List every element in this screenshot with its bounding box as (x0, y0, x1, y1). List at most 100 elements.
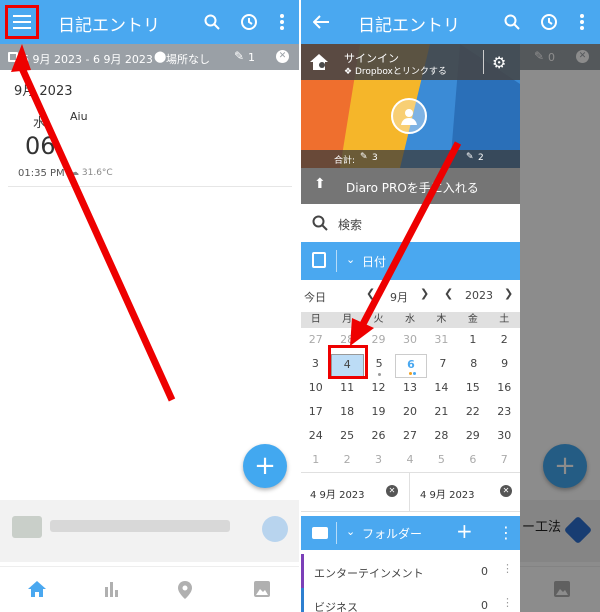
prev-year-icon[interactable]: ❮ (444, 287, 453, 300)
search-icon[interactable] (201, 11, 223, 33)
map-pin-icon[interactable] (178, 581, 192, 599)
back-arrow-icon[interactable] (310, 11, 332, 33)
calendar-day[interactable]: 21 (426, 402, 457, 426)
calendar-day[interactable]: 3 (300, 354, 331, 378)
calendar-day[interactable]: 13 (394, 378, 425, 402)
left-screen: 日記エントリ 6 9月 2023 - 6 9月 2023 ⬤ 場所なし ✎ 1 … (0, 0, 300, 612)
menu-highlight (5, 5, 39, 39)
calendar-day[interactable]: 6 (457, 450, 488, 474)
history-icon[interactable] (238, 11, 260, 33)
calendar-day[interactable]: 26 (363, 426, 394, 450)
calendar-day[interactable]: 11 (331, 378, 362, 402)
folder-item[interactable]: ビジネス 0 ⋮ (300, 588, 520, 612)
get-pro-item[interactable]: ⬆ Diaro PROを手に入れる (300, 168, 520, 204)
folder-section-header[interactable]: ⌄ フォルダー + ⋮ (300, 516, 520, 550)
bottom-navigation (0, 566, 300, 612)
calendar-day[interactable]: 31 (426, 330, 457, 354)
filter-count: 1 (248, 51, 255, 64)
calendar-day[interactable]: 27 (300, 330, 331, 354)
folder-count: 0 (481, 599, 488, 612)
folder-more-icon[interactable]: ⋮ (502, 562, 513, 575)
next-month-icon[interactable]: ❯ (420, 287, 429, 300)
calendar-day[interactable]: 7 (427, 354, 458, 378)
home-icon[interactable] (28, 581, 46, 597)
date-from-field[interactable]: 4 9月 2023 ✕ (300, 473, 410, 511)
divider-line (336, 522, 337, 544)
calendar-day[interactable]: 14 (426, 378, 457, 402)
folder-name: ビジネス (314, 601, 358, 612)
folder-count: 0 (481, 565, 488, 578)
calendar-day[interactable]: 5 (426, 450, 457, 474)
calendar-day[interactable]: 1 (457, 330, 488, 354)
calendar-day[interactable]: 22 (457, 402, 488, 426)
add-folder-button[interactable]: + (456, 519, 473, 543)
calendar-day[interactable]: 18 (331, 402, 362, 426)
search-icon[interactable] (501, 11, 523, 33)
calendar-day[interactable]: 15 (457, 378, 488, 402)
calendar-day[interactable]: 27 (394, 426, 425, 450)
entry-dot (408, 372, 412, 375)
calendar-day[interactable]: 12 (363, 378, 394, 402)
clear-date-to-icon[interactable]: ✕ (500, 485, 512, 497)
date-section-header[interactable]: ⌄ 日付 (300, 242, 520, 280)
entry-separator (8, 186, 292, 187)
calendar-day[interactable]: 23 (489, 402, 520, 426)
panel-divider (299, 0, 301, 612)
calendar-day[interactable]: 25 (331, 426, 362, 450)
entry-title: Aiu (70, 110, 88, 123)
calendar-day[interactable]: 1 (300, 450, 331, 474)
calendar-day[interactable]: 5 (364, 354, 395, 378)
close-filter-icon[interactable]: ✕ (276, 50, 289, 63)
calendar-day[interactable]: 10 (300, 378, 331, 402)
entry-day: 06 (25, 132, 56, 160)
calendar-day[interactable]: 4 (394, 450, 425, 474)
calendar-day[interactable]: 30 (489, 426, 520, 450)
calendar-day[interactable]: 24 (300, 426, 331, 450)
calendar-day[interactable]: 16 (489, 378, 520, 402)
folder-more-icon[interactable]: ⋮ (502, 596, 513, 609)
day-highlight (328, 345, 368, 379)
history-icon[interactable] (538, 11, 560, 33)
dropbox-link[interactable]: ❖ Dropboxとリンクする (344, 64, 447, 77)
dropbox-icon: ❖ (344, 67, 353, 77)
stats-icon[interactable] (104, 581, 120, 597)
calendar-day[interactable]: 17 (300, 402, 331, 426)
calendar-day[interactable]: 29 (457, 426, 488, 450)
calendar-day[interactable]: 2 (489, 330, 520, 354)
more-vert-icon[interactable]: ⋮ (498, 523, 514, 542)
folder-label: フォルダー (362, 527, 423, 541)
gallery-icon[interactable] (254, 581, 270, 597)
calendar-day[interactable]: 19 (363, 402, 394, 426)
add-entry-button[interactable]: + (243, 444, 287, 488)
more-vert-icon[interactable] (273, 11, 291, 33)
calendar-day[interactable]: 20 (394, 402, 425, 426)
calendar-day-today[interactable]: 6 (394, 354, 428, 378)
calendar-day[interactable]: 9 (489, 354, 520, 378)
calendar-day[interactable]: 2 (331, 450, 362, 474)
search-item[interactable]: 検索 (300, 204, 520, 242)
calendar-week: 10 11 12 13 14 15 16 (300, 378, 520, 402)
calendar-day[interactable]: 30 (394, 330, 425, 354)
clear-date-from-icon[interactable]: ✕ (386, 485, 398, 497)
ad-banner[interactable] (0, 500, 300, 562)
drawer-header-stats: 合計: ✎ 3 ✎ 2 (300, 150, 520, 168)
calendar-day[interactable]: 7 (489, 450, 520, 474)
avatar[interactable] (391, 98, 427, 134)
calendar-day[interactable]: 3 (363, 450, 394, 474)
date-to-field[interactable]: 4 9月 2023 ✕ (410, 473, 520, 511)
gear-icon[interactable]: ⚙ (492, 53, 506, 72)
today-button[interactable]: 今日 (304, 289, 326, 305)
calendar-day[interactable]: 28 (426, 426, 457, 450)
upgrade-arrow-icon: ⬆ (314, 176, 326, 192)
home-sync-icon[interactable] (310, 54, 328, 74)
more-vert-icon[interactable] (573, 11, 591, 33)
drawer-header-top: サインイン ❖ Dropboxとリンクする ⚙ (300, 44, 520, 80)
app-bar: 日記エントリ (0, 0, 300, 44)
folder-item[interactable]: エンターテインメント 0 ⋮ (300, 554, 520, 588)
prev-month-icon[interactable]: ❮ (366, 287, 375, 300)
chevron-down-icon: ⌄ (346, 253, 356, 266)
next-year-icon[interactable]: ❯ (504, 287, 513, 300)
calendar-day[interactable]: 8 (458, 354, 489, 378)
app-title: 日記エントリ (358, 16, 460, 36)
weekday-label: 水 (404, 314, 415, 325)
